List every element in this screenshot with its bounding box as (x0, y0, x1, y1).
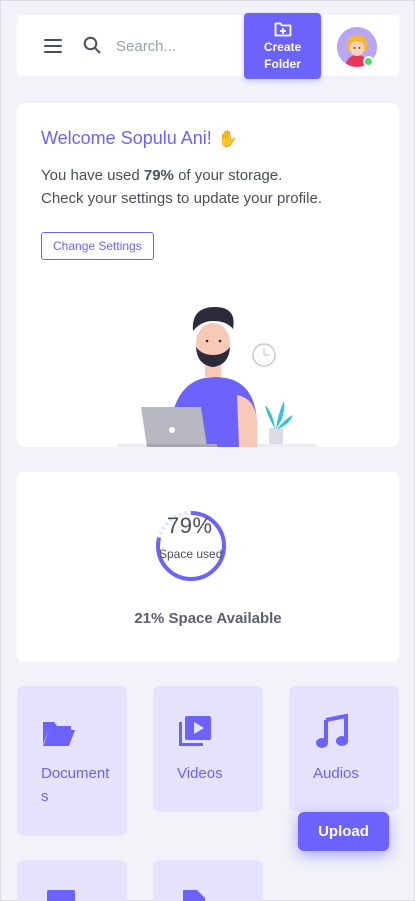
file-icon (183, 890, 205, 901)
welcome-card: Welcome Sopulu Ani! ✋ You have used 79% … (17, 103, 399, 447)
upload-button[interactable]: Upload (298, 812, 389, 851)
usage-prefix: You have used (41, 167, 144, 184)
image-icon (47, 890, 75, 901)
search-input[interactable] (116, 34, 236, 58)
search-icon[interactable] (83, 36, 101, 54)
space-used-caption: Space used (159, 547, 223, 561)
waving-hand-icon: ✋ (217, 130, 238, 148)
category-tile-files[interactable] (153, 860, 263, 901)
folder-plus-icon (274, 22, 291, 36)
space-available-label: 21% Space Available (134, 610, 282, 627)
category-tile-images[interactable] (17, 860, 127, 901)
storage-summary-card: 79% Space used 21% Space Available (17, 472, 399, 662)
hamburger-menu-icon[interactable] (44, 39, 62, 53)
online-status-badge (363, 56, 374, 67)
category-tile-audios[interactable]: Audios (289, 686, 399, 812)
category-tile-documents[interactable]: Documents (17, 686, 127, 836)
category-label: Videos (177, 765, 223, 782)
category-label: Audios (313, 765, 359, 782)
music-note-icon (316, 714, 348, 748)
usage-percent: 79% (143, 167, 174, 184)
storage-usage-text: You have used 79% of your storage. Check… (41, 164, 381, 210)
folder-open-icon (43, 722, 75, 746)
create-folder-button[interactable]: Create Folder (244, 13, 321, 79)
used-percent-label: 79% (167, 513, 213, 538)
top-bar: Create Folder (17, 13, 399, 79)
change-settings-button[interactable]: Change Settings (41, 232, 154, 260)
create-folder-label-line2: Folder (264, 56, 301, 71)
video-library-icon (179, 716, 211, 746)
settings-hint: Check your settings to update your profi… (41, 190, 322, 207)
welcome-heading: Welcome Sopulu Ani! ✋ (41, 128, 238, 149)
person-at-laptop-illustration (117, 307, 317, 447)
usage-suffix: of your storage. (173, 167, 283, 184)
category-tile-videos[interactable]: Videos (153, 686, 263, 812)
category-label: Documents (41, 765, 110, 805)
create-folder-label-line1: Create (263, 39, 302, 54)
welcome-title-text: Welcome Sopulu Ani! (41, 128, 212, 148)
